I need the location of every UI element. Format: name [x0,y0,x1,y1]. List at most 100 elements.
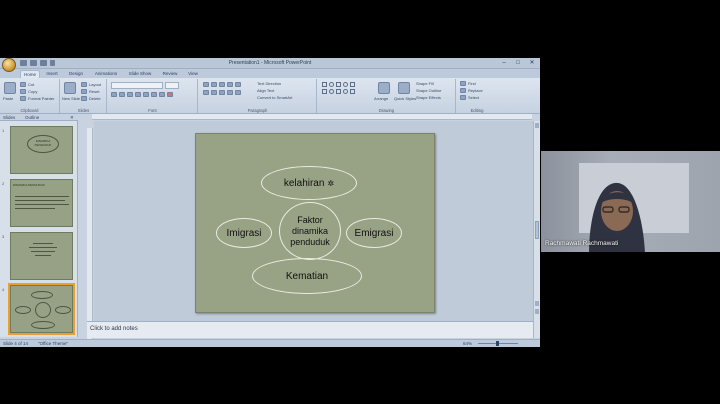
align-right-icon[interactable] [219,90,225,95]
ellipse-emigrasi[interactable]: Emigrasi [346,218,402,248]
editing-group: Find Replace Select Editing [457,79,497,113]
prev-slide-icon[interactable] [535,301,539,306]
tab-review[interactable]: Review [158,70,182,78]
align-center-icon[interactable] [211,90,217,95]
shape-outline-button[interactable]: Shape Outline [416,88,441,93]
layout-button[interactable]: Layout [89,82,101,87]
italic-icon[interactable] [119,92,125,97]
line-shape-icon[interactable] [336,82,341,87]
ellipse-text: Faktor dinamika penduduk [290,214,330,247]
title-bar: Presentation1 - Microsoft PowerPoint – □… [0,58,540,72]
customize-qat-icon[interactable] [50,60,55,66]
slides-label: Slides [77,108,90,113]
ellipse-imigrasi[interactable]: Imigrasi [216,218,272,248]
font-color-icon[interactable] [167,92,173,97]
slide-thumbnail-3[interactable] [10,232,73,280]
star-shape-icon[interactable] [329,89,334,94]
change-case-icon[interactable] [159,92,165,97]
delete-button[interactable]: Delete [89,96,101,101]
save-icon[interactable] [20,60,27,66]
text-direction-button[interactable]: Text Direction [257,81,281,86]
quick-styles-button[interactable]: Quick Styles [394,96,416,101]
ellipse-text: Kematian [285,270,329,282]
vertical-scrollbar[interactable] [533,121,540,338]
copy-button[interactable]: Copy [28,89,37,94]
increase-indent-icon[interactable] [227,82,233,87]
vertical-ruler[interactable] [87,128,93,347]
callout-shape-icon[interactable] [336,89,341,94]
format-painter-button[interactable]: Format Painter [28,96,54,101]
office-button[interactable] [2,58,16,72]
tab-slide-show[interactable]: Slide Show [124,70,156,78]
line-spacing-icon[interactable] [235,82,241,87]
shape-fill-button[interactable]: Shape Fill [416,81,434,86]
minimize-button[interactable]: – [498,59,510,67]
underline-icon[interactable] [127,92,133,97]
zoom-slider-thumb[interactable] [496,341,499,346]
reset-button[interactable]: Reset [89,89,99,94]
rectangle-shape-icon[interactable] [322,82,327,87]
copy-icon [20,89,26,94]
new-slide-button[interactable]: New Slide [62,96,80,101]
ellipse-kelahiran[interactable]: kelahiran ✲ [261,166,357,200]
close-pane-icon[interactable]: ✕ [70,114,74,121]
scroll-thumb[interactable] [535,221,539,239]
smiley-shape-icon[interactable] [343,89,348,94]
arrange-button[interactable]: Arrange [374,96,388,101]
select-button[interactable]: Select [468,95,479,100]
tab-home[interactable]: Home [20,70,40,78]
align-text-button[interactable]: Align Text [257,88,274,93]
shape-effects-button[interactable]: Shape Effects [416,95,441,100]
slide-thumbnail-2[interactable]: DINAMIKA PENDUDUK [10,179,73,227]
bracket-shape-icon[interactable] [350,89,355,94]
tab-design[interactable]: Design [64,70,88,78]
current-slide[interactable]: kelahiran ✲ Faktor dinamika penduduk Imig… [195,133,435,313]
decrease-indent-icon[interactable] [219,82,225,87]
maximize-button[interactable]: □ [512,59,524,67]
triangle-shape-icon[interactable] [322,89,327,94]
font-size-select[interactable] [165,82,179,89]
quick-styles-icon[interactable] [398,82,410,94]
participant-video[interactable]: Rachmawati Rachmawati [541,151,720,252]
ellipse-text: kelahiran [283,177,325,189]
tab-insert[interactable]: Insert [42,70,62,78]
new-slide-icon[interactable] [64,82,76,94]
slide-thumbnail-4[interactable] [8,283,75,335]
paste-button[interactable]: Paste [3,96,13,101]
paste-icon[interactable] [4,82,16,94]
horizontal-ruler[interactable] [92,114,532,120]
strikethrough-icon[interactable] [143,92,149,97]
undo-icon[interactable] [30,60,37,66]
tab-outline[interactable]: Outline [25,114,39,121]
arrow-shape-icon[interactable] [350,82,355,87]
arrange-icon[interactable] [378,82,390,94]
close-button[interactable]: ✕ [526,59,538,67]
columns-icon[interactable] [235,90,241,95]
ellipse-kematian[interactable]: Kematian [252,258,362,294]
zoom-level[interactable]: 64% [463,341,472,346]
oval-shape-icon[interactable] [329,82,334,87]
slide-thumbnail-1[interactable]: DINAMIKA PENDUDUK [10,126,73,174]
tab-slides[interactable]: Slides [3,114,15,121]
find-button[interactable]: Find [468,81,476,86]
bullets-icon[interactable] [203,82,209,87]
notes-pane[interactable]: Click to add notes [87,321,533,338]
replace-button[interactable]: Replace [468,88,483,93]
redo-icon[interactable] [40,60,47,66]
scroll-up-icon[interactable] [535,123,539,128]
bold-icon[interactable] [111,92,117,97]
align-left-icon[interactable] [203,90,209,95]
tab-view[interactable]: View [184,70,202,78]
theme-name: "Office Theme" [38,341,69,346]
numbering-icon[interactable] [211,82,217,87]
ellipse-faktor[interactable]: Faktor dinamika penduduk [279,202,341,260]
circle-shape-icon[interactable] [343,82,348,87]
justify-icon[interactable] [227,90,233,95]
shadow-icon[interactable] [135,92,141,97]
font-name-select[interactable] [111,82,163,89]
convert-smartart-button[interactable]: Convert to SmartArt [257,95,292,100]
tab-animations[interactable]: Animations [90,70,122,78]
spacing-icon[interactable] [151,92,157,97]
next-slide-icon[interactable] [535,309,539,314]
cut-button[interactable]: Cut [28,82,34,87]
